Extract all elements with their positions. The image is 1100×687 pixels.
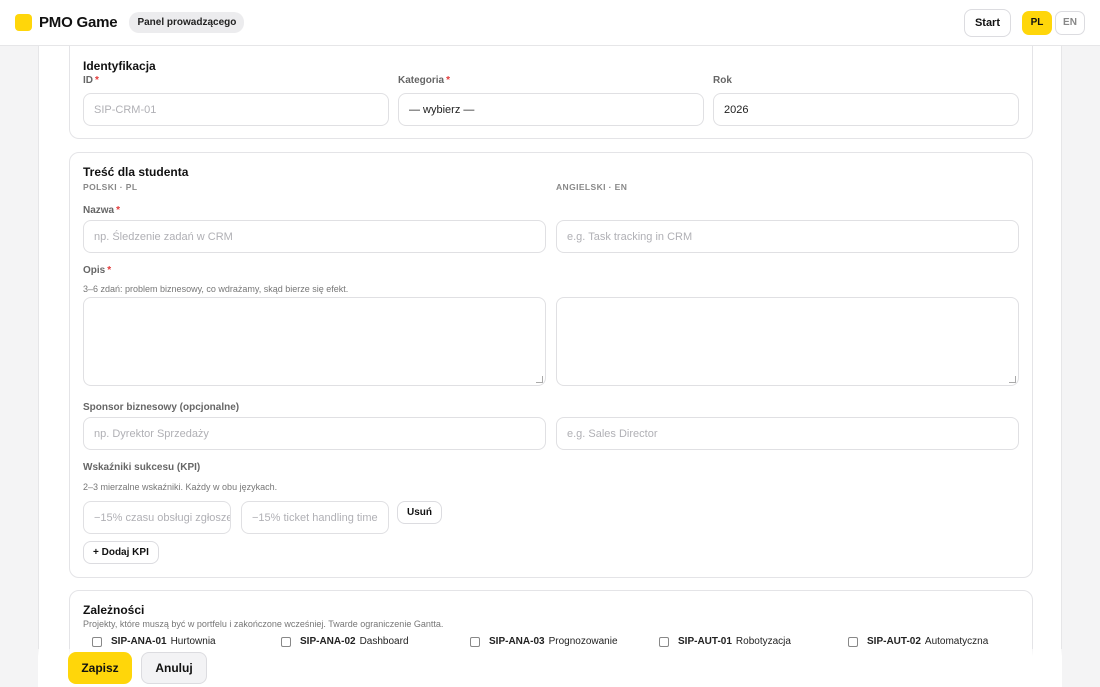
kpi-pl-input[interactable]: −15% czasu obsługi zgłoszeń [83,501,231,534]
name-pl-input[interactable]: np. Śledzenie zadań w CRM [83,220,546,253]
category-label: Kategoria * [398,75,451,86]
id-label: ID * [83,75,99,86]
dependencies-hint: Projekty, które muszą być w portfelu i z… [83,619,444,629]
sponsor-label: Sponsor biznesowy (opcjonalne) [83,402,240,413]
logo-icon [15,14,32,31]
polish-column-label: POLSKI · PL [83,182,138,192]
resize-handle-icon[interactable] [1009,376,1016,383]
sponsor-pl-input[interactable]: np. Dyrektor Sprzedaży [83,417,546,450]
name-en-input[interactable]: e.g. Task tracking in CRM [556,220,1019,253]
lang-en-button[interactable]: EN [1055,10,1085,35]
header-actions: Start PL EN [963,8,1085,37]
description-hint: 3–6 zdań: problem biznesowy, co wdrażamy… [83,284,349,294]
description-en-textarea[interactable] [556,297,1019,386]
remove-kpi-button[interactable]: Usuń [397,501,442,524]
checkbox[interactable] [470,636,480,647]
kpi-en-input[interactable]: −15% ticket handling time [241,501,389,534]
resize-handle-icon[interactable] [536,376,543,383]
kpi-label: Wskaźniki sukcesu (KPI) [83,462,201,473]
year-label: Rok [713,75,732,86]
identification-card: Identyfikacja ID * SIP-CRM-01 Kategoria * … [69,46,1033,139]
page-content: Identyfikacja ID * SIP-CRM-01 Kategoria * … [38,46,1062,687]
name-label: Nazwa * [83,205,121,216]
description-pl-textarea[interactable] [83,297,546,386]
add-kpi-button[interactable]: + Dodaj KPI [83,541,159,564]
english-column-label: ANGIELSKI · EN [556,182,628,192]
dependency-item[interactable]: SIP-AUT-02 Automatyczna [848,636,988,647]
id-input[interactable]: SIP-CRM-01 [83,93,389,126]
save-button[interactable]: Zapisz [68,652,132,684]
year-input[interactable]: 2026 [713,93,1019,126]
student-content-card: Treść dla studenta POLSKI · PL ANGIELSKI… [69,152,1033,578]
brand-name: PMO Game [39,14,118,31]
dependency-item[interactable]: SIP-ANA-03 Prognozowanie [470,636,618,647]
lang-pl-button[interactable]: PL [1022,10,1052,35]
checkbox[interactable] [848,636,858,647]
description-label: Opis * [83,265,112,276]
role-badge: Panel prowadzącego [129,12,245,33]
sponsor-en-input[interactable]: e.g. Sales Director [556,417,1019,450]
form-actions-bar: Zapisz Anuluj [38,649,1062,687]
identification-title: Identyfikacja [83,59,156,73]
category-select[interactable]: — wybierz — [398,93,704,126]
top-bar: PMO Game Panel prowadzącego Start PL EN [0,0,1100,46]
checkbox[interactable] [659,636,669,647]
checkbox[interactable] [281,636,291,647]
cancel-button[interactable]: Anuluj [141,652,207,684]
dependency-item[interactable]: SIP-ANA-01 Hurtownia [92,636,216,647]
checkbox[interactable] [92,636,102,647]
dependency-item[interactable]: SIP-AUT-01 Robotyzacja [659,636,791,647]
kpi-hint: 2–3 mierzalne wskaźniki. Każdy w obu jęz… [83,482,278,492]
start-button[interactable]: Start [963,8,1011,37]
dependency-item[interactable]: SIP-ANA-02 Dashboard [281,636,409,647]
student-content-title: Treść dla studenta [83,165,189,179]
dependencies-title: Zależności [83,603,145,617]
